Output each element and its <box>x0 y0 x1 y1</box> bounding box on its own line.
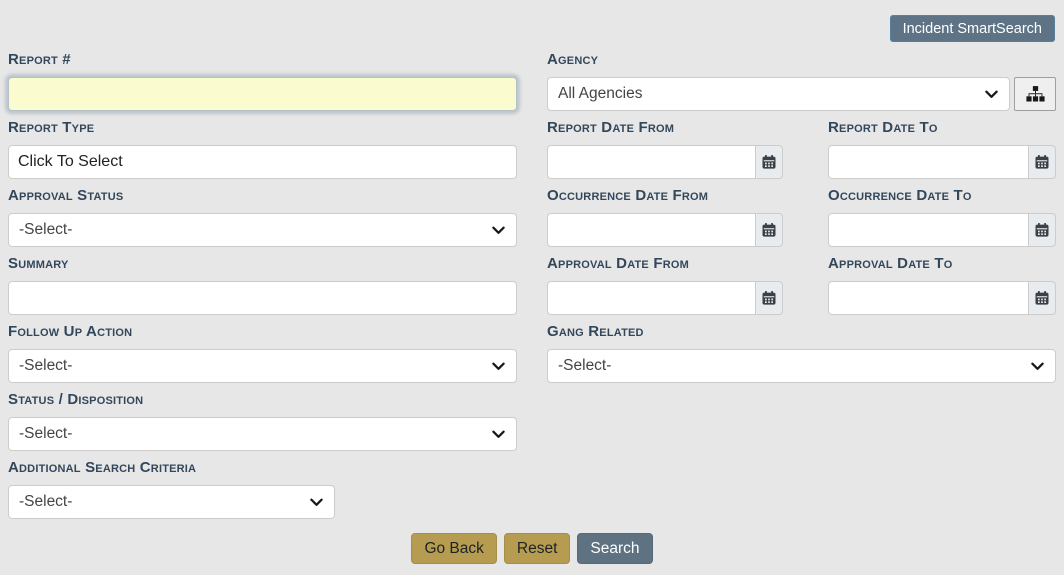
report-number-input[interactable] <box>8 77 517 111</box>
calendar-icon <box>1035 155 1049 169</box>
occurrence-date-to-calendar-button[interactable] <box>1028 213 1056 247</box>
report-date-to-label: Report Date To <box>828 119 938 136</box>
approval-status-select[interactable]: -Select- <box>8 213 517 247</box>
report-date-from-input[interactable] <box>547 145 756 179</box>
calendar-icon <box>762 155 776 169</box>
summary-label: Summary <box>8 255 69 272</box>
chevron-down-icon <box>492 430 505 439</box>
status-disposition-select[interactable]: -Select- <box>8 417 517 451</box>
approval-date-from-calendar-button[interactable] <box>755 281 783 315</box>
occurrence-date-to-input[interactable] <box>828 213 1029 247</box>
occurrence-date-to-field: Occurrence Date To <box>828 187 1056 247</box>
agency-selected-value: All Agencies <box>558 85 643 102</box>
report-type-input[interactable] <box>8 145 517 179</box>
approval-date-to-field: Approval Date To <box>828 255 1056 315</box>
agency-hierarchy-button[interactable] <box>1014 77 1056 111</box>
report-date-from-label: Report Date From <box>547 119 675 136</box>
report-date-row: Report Date From Report Date To <box>547 119 1056 179</box>
calendar-icon <box>762 223 776 237</box>
occurrence-date-from-calendar-button[interactable] <box>755 213 783 247</box>
chevron-down-icon <box>492 362 505 371</box>
approval-status-selected-value: -Select- <box>19 221 73 238</box>
go-back-button[interactable]: Go Back <box>411 533 497 564</box>
approval-date-from-input[interactable] <box>547 281 756 315</box>
additional-search-criteria-label: Additional Search Criteria <box>8 459 197 476</box>
report-type-label: Report Type <box>8 119 95 136</box>
search-button[interactable]: Search <box>577 533 653 564</box>
follow-up-action-select[interactable]: -Select- <box>8 349 517 383</box>
agency-label: Agency <box>547 51 599 68</box>
agency-select[interactable]: All Agencies <box>547 77 1010 111</box>
report-date-to-field: Report Date To <box>828 119 1056 179</box>
occurrence-date-from-field: Occurrence Date From <box>547 187 783 247</box>
chevron-down-icon <box>310 498 323 507</box>
status-disposition-field: Status / Disposition -Select- <box>8 391 517 451</box>
sitemap-icon <box>1025 86 1045 102</box>
reset-button[interactable]: Reset <box>503 533 571 564</box>
occurrence-date-row: Occurrence Date From Occurrence Date To <box>547 187 1056 247</box>
occurrence-date-from-input[interactable] <box>547 213 756 247</box>
chevron-down-icon <box>1031 362 1044 371</box>
summary-field: Summary <box>8 255 517 315</box>
approval-status-field: Approval Status -Select- <box>8 187 517 247</box>
status-disposition-label: Status / Disposition <box>8 391 144 408</box>
search-form-right-column: Agency All Agencies Report Date From Rep… <box>547 51 1056 391</box>
report-date-from-calendar-button[interactable] <box>755 145 783 179</box>
incident-smartsearch-button[interactable]: Incident SmartSearch <box>889 15 1055 42</box>
search-form-left-column: Report # Report Type Approval Status -Se… <box>8 51 517 527</box>
calendar-icon <box>1035 223 1049 237</box>
approval-date-from-label: Approval Date From <box>547 255 689 272</box>
approval-date-from-field: Approval Date From <box>547 255 783 315</box>
approval-date-to-label: Approval Date To <box>828 255 953 272</box>
follow-up-action-selected-value: -Select- <box>19 357 73 374</box>
summary-input[interactable] <box>8 281 517 315</box>
additional-search-criteria-field: Additional Search Criteria -Select- <box>8 459 517 519</box>
occurrence-date-from-label: Occurrence Date From <box>547 187 709 204</box>
follow-up-action-label: Follow Up Action <box>8 323 133 340</box>
calendar-icon <box>762 291 776 305</box>
gang-related-selected-value: -Select- <box>558 357 612 374</box>
approval-date-row: Approval Date From Approval Date To <box>547 255 1056 315</box>
report-type-field: Report Type <box>8 119 517 179</box>
calendar-icon <box>1035 291 1049 305</box>
status-disposition-selected-value: -Select- <box>19 425 73 442</box>
approval-date-to-input[interactable] <box>828 281 1029 315</box>
gang-related-select[interactable]: -Select- <box>547 349 1056 383</box>
report-date-to-input[interactable] <box>828 145 1029 179</box>
chevron-down-icon <box>985 90 998 99</box>
approval-status-label: Approval Status <box>8 187 124 204</box>
report-number-label: Report # <box>8 51 71 68</box>
occurrence-date-to-label: Occurrence Date To <box>828 187 972 204</box>
chevron-down-icon <box>492 226 505 235</box>
gang-related-label: Gang Related <box>547 323 644 340</box>
report-date-to-calendar-button[interactable] <box>1028 145 1056 179</box>
follow-up-action-field: Follow Up Action -Select- <box>8 323 517 383</box>
incident-search-page: { "header": { "smart_search_button": "In… <box>0 0 1064 575</box>
approval-date-to-calendar-button[interactable] <box>1028 281 1056 315</box>
gang-related-field: Gang Related -Select- <box>547 323 1056 383</box>
additional-search-criteria-selected-value: -Select- <box>19 493 73 510</box>
agency-field: Agency All Agencies <box>547 51 1056 111</box>
report-date-from-field: Report Date From <box>547 119 783 179</box>
additional-search-criteria-select[interactable]: -Select- <box>8 485 335 519</box>
form-actions: Go Back Reset Search <box>0 533 1064 564</box>
report-number-field: Report # <box>8 51 517 111</box>
